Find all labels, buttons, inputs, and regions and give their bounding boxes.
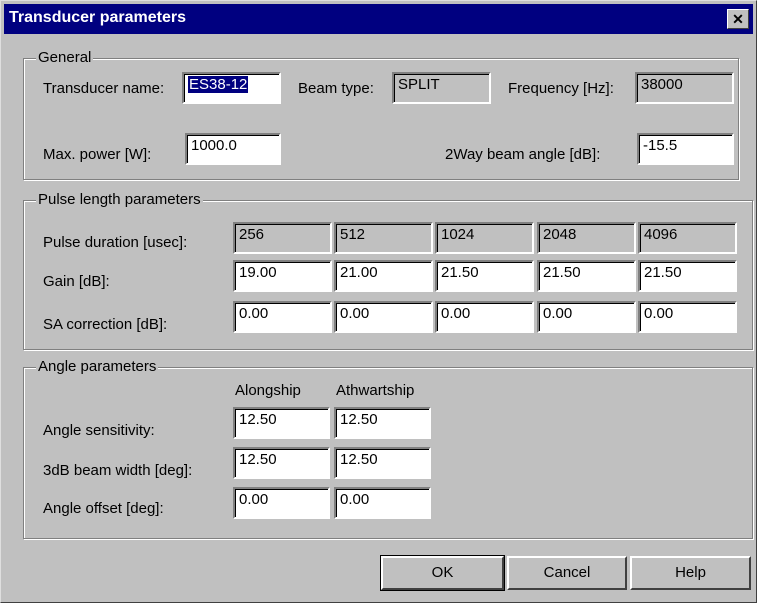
beam-width-athwartship-field[interactable]: 12.50 xyxy=(334,447,431,479)
pulse-duration-field: 2048 xyxy=(537,222,636,254)
title-bar[interactable]: Transducer parameters ✕ xyxy=(4,4,753,34)
angle-offset-label: Angle offset [deg]: xyxy=(43,500,164,517)
angle-offset-athwartship-field[interactable]: 0.00 xyxy=(334,487,431,519)
sa-correction-field[interactable]: 0.00 xyxy=(334,301,433,333)
gain-field[interactable]: 21.50 xyxy=(638,260,737,292)
angle-parameters-legend: Angle parameters xyxy=(36,358,159,375)
close-button[interactable]: ✕ xyxy=(727,9,749,29)
pulse-duration-field: 256 xyxy=(233,222,332,254)
angle-sensitivity-athwartship-field[interactable]: 12.50 xyxy=(334,407,431,439)
max-power-label: Max. power [W]: xyxy=(43,146,152,163)
beam-angle-field[interactable]: -15.5 xyxy=(637,133,734,165)
beam-width-alongship-field[interactable]: 12.50 xyxy=(233,447,330,479)
beam-type-label: Beam type: xyxy=(298,80,374,97)
angle-sensitivity-label: Angle sensitivity: xyxy=(43,422,155,439)
sa-correction-field[interactable]: 0.00 xyxy=(537,301,636,333)
sa-correction-field[interactable]: 0.00 xyxy=(435,301,534,333)
close-icon: ✕ xyxy=(732,11,744,27)
transducer-parameters-dialog: Transducer parameters ✕ General Transduc… xyxy=(0,0,757,603)
transducer-name-value: ES38-12 xyxy=(188,76,249,93)
window-title: Transducer parameters xyxy=(9,9,186,26)
pulse-length-legend: Pulse length parameters xyxy=(36,191,203,208)
max-power-field[interactable]: 1000.0 xyxy=(185,133,281,165)
sa-correction-field[interactable]: 0.00 xyxy=(233,301,332,333)
beam-angle-label: 2Way beam angle [dB]: xyxy=(445,146,601,163)
gain-label: Gain [dB]: xyxy=(43,273,110,290)
angle-offset-alongship-field[interactable]: 0.00 xyxy=(233,487,330,519)
athwartship-header: Athwartship xyxy=(336,382,415,399)
frequency-field: 38000 xyxy=(635,72,734,104)
cancel-button[interactable]: Cancel xyxy=(507,556,627,590)
sa-correction-label: SA correction [dB]: xyxy=(43,316,168,333)
gain-field[interactable]: 21.00 xyxy=(334,260,433,292)
beam-type-field: SPLIT xyxy=(392,72,491,104)
alongship-header: Alongship xyxy=(235,382,301,399)
gain-field[interactable]: 21.50 xyxy=(537,260,636,292)
pulse-duration-field: 1024 xyxy=(435,222,534,254)
angle-sensitivity-alongship-field[interactable]: 12.50 xyxy=(233,407,330,439)
frequency-label: Frequency [Hz]: xyxy=(508,80,614,97)
beam-width-label: 3dB beam width [deg]: xyxy=(43,462,193,479)
transducer-name-field[interactable]: ES38-12 xyxy=(182,72,281,104)
general-legend: General xyxy=(36,49,94,66)
ok-button[interactable]: OK xyxy=(380,555,505,591)
pulse-duration-field: 4096 xyxy=(638,222,737,254)
gain-field[interactable]: 21.50 xyxy=(435,260,534,292)
pulse-duration-label: Pulse duration [usec]: xyxy=(43,234,188,251)
sa-correction-field[interactable]: 0.00 xyxy=(638,301,737,333)
help-button[interactable]: Help xyxy=(630,556,751,590)
gain-field[interactable]: 19.00 xyxy=(233,260,332,292)
transducer-name-label: Transducer name: xyxy=(43,80,165,97)
pulse-duration-field: 512 xyxy=(334,222,433,254)
